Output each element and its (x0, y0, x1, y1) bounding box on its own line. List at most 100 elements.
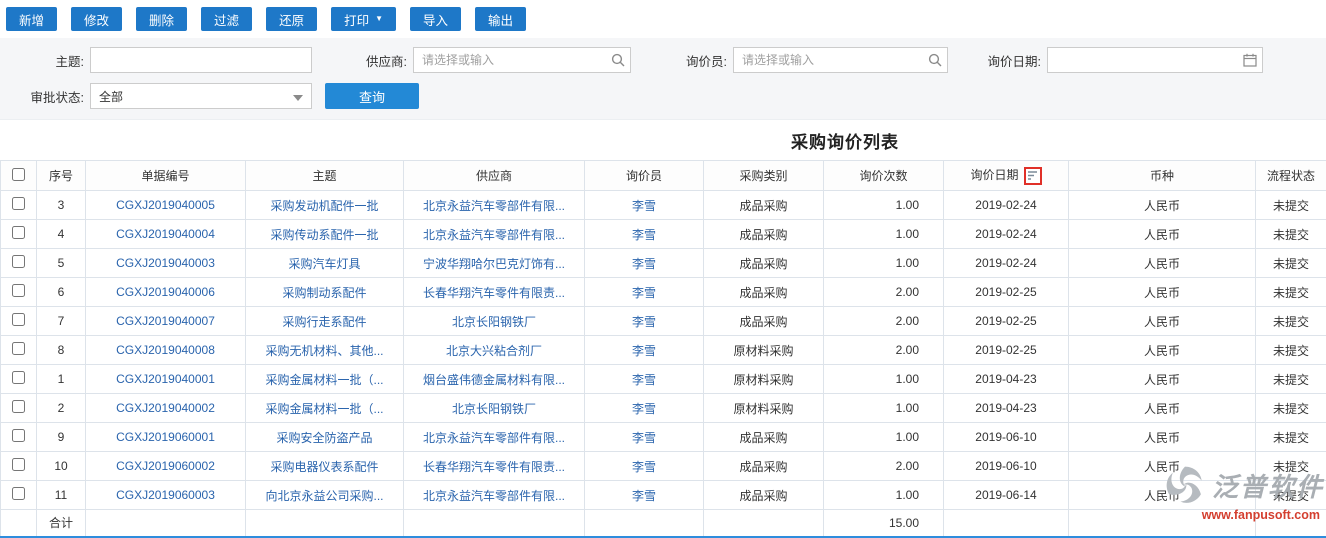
table-row: 4 CGXJ2019040004 采购传动系配件一批 北京永益汽车零部件有限..… (1, 220, 1326, 249)
select-all-checkbox[interactable] (12, 168, 25, 181)
cell-supplier[interactable]: 北京长阳钢铁厂 (404, 394, 585, 423)
row-checkbox[interactable] (12, 429, 25, 442)
cell-doc-no[interactable]: CGXJ2019060001 (86, 423, 246, 452)
cell-subject[interactable]: 采购行走系配件 (246, 307, 404, 336)
cell-count: 2.00 (824, 307, 944, 336)
add-button[interactable]: 新增 (6, 7, 57, 31)
cell-inquirer[interactable]: 李雪 (585, 220, 704, 249)
cell-doc-no[interactable]: CGXJ2019040004 (86, 220, 246, 249)
cell-category: 原材料采购 (704, 365, 824, 394)
modify-button[interactable]: 修改 (71, 7, 122, 31)
cell-category: 成品采购 (704, 452, 824, 481)
calendar-icon[interactable] (1243, 53, 1257, 67)
print-button-label: 打印 (344, 10, 369, 29)
inquiry-table: 序号 单据编号 主题 供应商 询价员 采购类别 询价次数 询价日期 币种 流程状… (0, 160, 1326, 538)
cell-supplier[interactable]: 北京大兴粘合剂厂 (404, 336, 585, 365)
cell-supplier[interactable]: 北京永益汽车零部件有限... (404, 481, 585, 510)
cell-doc-no[interactable]: CGXJ2019040008 (86, 336, 246, 365)
cell-doc-no[interactable]: CGXJ2019060003 (86, 481, 246, 510)
cell-count: 1.00 (824, 481, 944, 510)
query-button[interactable]: 查询 (325, 83, 419, 109)
cell-supplier[interactable]: 烟台盛伟德金属材料有限... (404, 365, 585, 394)
cell-inquirer[interactable]: 李雪 (585, 481, 704, 510)
cell-doc-no[interactable]: CGXJ2019060002 (86, 452, 246, 481)
delete-button[interactable]: 删除 (136, 7, 187, 31)
cell-doc-no[interactable]: CGXJ2019040002 (86, 394, 246, 423)
cell-subject[interactable]: 采购汽车灯具 (246, 249, 404, 278)
cell-supplier[interactable]: 北京永益汽车零部件有限... (404, 220, 585, 249)
filter-panel: 主题: 供应商: 询价员: 询价日期: 审批状态: 全部 (0, 38, 1326, 120)
filter-button[interactable]: 过滤 (201, 7, 252, 31)
cell-count: 2.00 (824, 452, 944, 481)
row-checkbox[interactable] (12, 342, 25, 355)
row-checkbox[interactable] (12, 313, 25, 326)
cell-date: 2019-02-25 (944, 336, 1069, 365)
table-row: 2 CGXJ2019040002 采购金属材料一批（... 北京长阳钢铁厂 李雪… (1, 394, 1326, 423)
approval-status-select[interactable]: 全部 (90, 83, 312, 109)
table-header-row: 序号 单据编号 主题 供应商 询价员 采购类别 询价次数 询价日期 币种 流程状… (1, 161, 1326, 191)
row-checkbox[interactable] (12, 400, 25, 413)
cell-doc-no[interactable]: CGXJ2019040005 (86, 191, 246, 220)
search-icon[interactable] (928, 53, 942, 67)
row-checkbox[interactable] (12, 371, 25, 384)
row-checkbox[interactable] (12, 458, 25, 471)
cell-subject[interactable]: 采购金属材料一批（... (246, 365, 404, 394)
cell-supplier[interactable]: 长春华翔汽车零件有限责... (404, 452, 585, 481)
restore-button[interactable]: 还原 (266, 7, 317, 31)
cell-subject[interactable]: 向北京永益公司采购... (246, 481, 404, 510)
table-row: 6 CGXJ2019040006 采购制动系配件 长春华翔汽车零件有限责... … (1, 278, 1326, 307)
cell-subject[interactable]: 采购安全防盗产品 (246, 423, 404, 452)
col-status: 流程状态 (1256, 161, 1326, 191)
cell-doc-no[interactable]: CGXJ2019040003 (86, 249, 246, 278)
row-checkbox[interactable] (12, 226, 25, 239)
cell-subject[interactable]: 采购制动系配件 (246, 278, 404, 307)
cell-currency: 人民币 (1069, 220, 1256, 249)
cell-inquirer[interactable]: 李雪 (585, 336, 704, 365)
cell-subject[interactable]: 采购无机材料、其他... (246, 336, 404, 365)
page-title: 采购询价列表 (791, 128, 899, 153)
cell-inquirer[interactable]: 李雪 (585, 307, 704, 336)
cell-date: 2019-06-14 (944, 481, 1069, 510)
cell-inquirer[interactable]: 李雪 (585, 423, 704, 452)
inquiry-date-input[interactable] (1047, 47, 1263, 73)
row-checkbox[interactable] (12, 255, 25, 268)
cell-supplier[interactable]: 北京永益汽车零部件有限... (404, 423, 585, 452)
cell-subject[interactable]: 采购发动机配件一批 (246, 191, 404, 220)
cell-inquirer[interactable]: 李雪 (585, 191, 704, 220)
cell-supplier[interactable]: 宁波华翔哈尔巴克灯饰有... (404, 249, 585, 278)
inquirer-input[interactable] (733, 47, 948, 73)
cell-status: 未提交 (1256, 481, 1326, 510)
cell-inquirer[interactable]: 李雪 (585, 452, 704, 481)
search-icon[interactable] (611, 53, 625, 67)
cell-date: 2019-02-24 (944, 249, 1069, 278)
supplier-input[interactable] (413, 47, 631, 73)
cell-doc-no[interactable]: CGXJ2019040001 (86, 365, 246, 394)
cell-inquirer[interactable]: 李雪 (585, 249, 704, 278)
cell-supplier[interactable]: 长春华翔汽车零件有限责... (404, 278, 585, 307)
cell-inquirer[interactable]: 李雪 (585, 394, 704, 423)
export-button[interactable]: 输出 (475, 7, 526, 31)
cell-seq: 6 (37, 278, 86, 307)
subject-input[interactable] (90, 47, 312, 73)
import-button[interactable]: 导入 (410, 7, 461, 31)
print-button[interactable]: 打印 ▼ (331, 7, 396, 31)
cell-doc-no[interactable]: CGXJ2019040006 (86, 278, 246, 307)
cell-status: 未提交 (1256, 307, 1326, 336)
col-inquirer: 询价员 (585, 161, 704, 191)
cell-inquirer[interactable]: 李雪 (585, 278, 704, 307)
cell-status: 未提交 (1256, 191, 1326, 220)
row-checkbox[interactable] (12, 197, 25, 210)
cell-subject[interactable]: 采购金属材料一批（... (246, 394, 404, 423)
cell-subject[interactable]: 采购传动系配件一批 (246, 220, 404, 249)
cell-seq: 2 (37, 394, 86, 423)
cell-status: 未提交 (1256, 220, 1326, 249)
cell-doc-no[interactable]: CGXJ2019040007 (86, 307, 246, 336)
supplier-label: 供应商: (312, 51, 413, 70)
sort-icon[interactable] (1024, 167, 1042, 185)
cell-subject[interactable]: 采购电器仪表系配件 (246, 452, 404, 481)
cell-supplier[interactable]: 北京长阳钢铁厂 (404, 307, 585, 336)
cell-inquirer[interactable]: 李雪 (585, 365, 704, 394)
cell-supplier[interactable]: 北京永益汽车零部件有限... (404, 191, 585, 220)
row-checkbox[interactable] (12, 284, 25, 297)
row-checkbox[interactable] (12, 487, 25, 500)
